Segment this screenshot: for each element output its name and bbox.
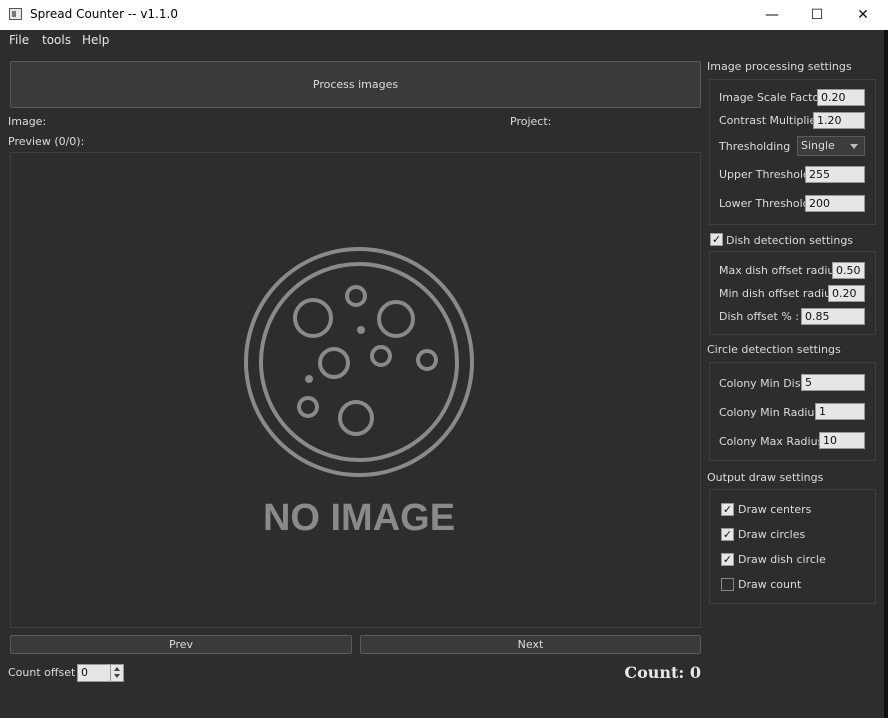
draw-centers-label: Draw centers xyxy=(738,503,812,516)
title-bar: Spread Counter -- v1.1.0 — ☐ ✕ xyxy=(0,0,888,30)
project-label: Project: xyxy=(510,115,552,128)
scale-factor-label: Image Scale Factor xyxy=(719,91,824,104)
menu-tools[interactable]: tools xyxy=(42,33,71,47)
output-draw-group: ✓ Draw centers ✓ Draw circles ✓ Draw dis… xyxy=(709,489,876,604)
arrow-down-icon[interactable] xyxy=(114,674,120,678)
dish-offset-pct-label: Dish offset % : xyxy=(719,310,799,323)
no-image-text: NO IMAGE xyxy=(263,497,455,539)
window-title: Spread Counter -- v1.1.0 xyxy=(30,7,178,21)
count-offset-value: 0 xyxy=(81,666,88,679)
dish-detection-checkbox[interactable]: ✓ xyxy=(710,233,723,246)
image-processing-group: Image Scale Factor 0.20 Contrast Multipl… xyxy=(709,79,876,225)
min-dish-offset-input[interactable]: 0.20 xyxy=(828,285,865,302)
max-dish-offset-label: Max dish offset radius xyxy=(719,264,841,277)
contrast-input[interactable]: 1.20 xyxy=(813,112,865,129)
process-images-button[interactable]: Process images xyxy=(10,61,701,108)
app-icon xyxy=(9,8,22,20)
count-offset-spinbox[interactable]: 0 xyxy=(77,664,124,682)
dish-detection-group: Max dish offset radius 0.50 Min dish off… xyxy=(709,251,876,335)
dish-detection-title: Dish detection settings xyxy=(726,234,854,247)
preview-panel: NO IMAGE xyxy=(10,152,701,628)
thresholding-value: Single xyxy=(801,139,835,152)
colony-dot xyxy=(357,326,365,334)
min-dish-offset-label: Min dish offset radius xyxy=(719,287,837,300)
thresholding-label: Thresholding xyxy=(719,140,791,153)
spinbox-arrows[interactable] xyxy=(110,665,123,681)
chevron-down-icon xyxy=(850,144,858,149)
colony-min-radius-label: Colony Min Radius xyxy=(719,406,821,419)
next-button[interactable]: Next xyxy=(360,635,701,654)
minimize-button[interactable]: — xyxy=(749,0,795,30)
count-display: Count: 0 xyxy=(624,663,701,682)
colony-max-radius-input[interactable]: 10 xyxy=(819,432,865,449)
close-button[interactable]: ✕ xyxy=(840,0,886,30)
menu-bar: File tools Help xyxy=(0,30,888,50)
draw-centers-checkbox[interactable]: ✓ xyxy=(721,503,734,516)
maximize-button[interactable]: ☐ xyxy=(794,0,840,30)
no-image-placeholder: NO IMAGE xyxy=(244,247,474,539)
colony-min-radius-input[interactable]: 1 xyxy=(815,403,865,420)
upper-threshold-input[interactable]: 255 xyxy=(805,166,865,183)
output-draw-title: Output draw settings xyxy=(707,471,824,484)
draw-circles-checkbox[interactable]: ✓ xyxy=(721,528,734,541)
upper-threshold-label: Upper Threshold xyxy=(719,168,811,181)
thresholding-select[interactable]: Single xyxy=(797,136,865,156)
colony-dot xyxy=(305,375,313,383)
scale-factor-input[interactable]: 0.20 xyxy=(817,89,865,106)
draw-count-label: Draw count xyxy=(738,578,802,591)
contrast-label: Contrast Multiplier xyxy=(719,114,821,127)
dish-offset-pct-input[interactable]: 0.85 xyxy=(801,308,865,325)
max-dish-offset-input[interactable]: 0.50 xyxy=(832,262,865,279)
lower-threshold-label: Lower Threshold xyxy=(719,197,810,210)
draw-dish-circle-checkbox[interactable]: ✓ xyxy=(721,553,734,566)
prev-button[interactable]: Prev xyxy=(10,635,352,654)
circle-detection-group: Colony Min Dist 5 Colony Min Radius 1 Co… xyxy=(709,362,876,461)
lower-threshold-input[interactable]: 200 xyxy=(805,195,865,212)
colony-max-radius-label: Colony Max Radius xyxy=(719,435,824,448)
petri-dish-icon xyxy=(244,247,474,477)
menu-file[interactable]: File xyxy=(9,33,29,47)
image-label: Image: xyxy=(8,115,47,128)
draw-circles-label: Draw circles xyxy=(738,528,806,541)
window-edge xyxy=(884,30,888,718)
close-icon: ✕ xyxy=(857,7,869,23)
image-processing-title: Image processing settings xyxy=(707,60,852,73)
count-offset-label: Count offset xyxy=(8,666,76,679)
minimize-icon: — xyxy=(765,7,779,23)
colony-min-dist-input[interactable]: 5 xyxy=(801,374,865,391)
draw-dish-circle-label: Draw dish circle xyxy=(738,553,826,566)
circle-detection-title: Circle detection settings xyxy=(707,343,841,356)
arrow-up-icon[interactable] xyxy=(114,667,120,671)
maximize-icon: ☐ xyxy=(810,7,824,23)
colony-min-dist-label: Colony Min Dist xyxy=(719,377,805,390)
menu-help[interactable]: Help xyxy=(82,33,109,47)
preview-label: Preview (0/0): xyxy=(8,135,85,148)
draw-count-checkbox[interactable] xyxy=(721,578,734,591)
